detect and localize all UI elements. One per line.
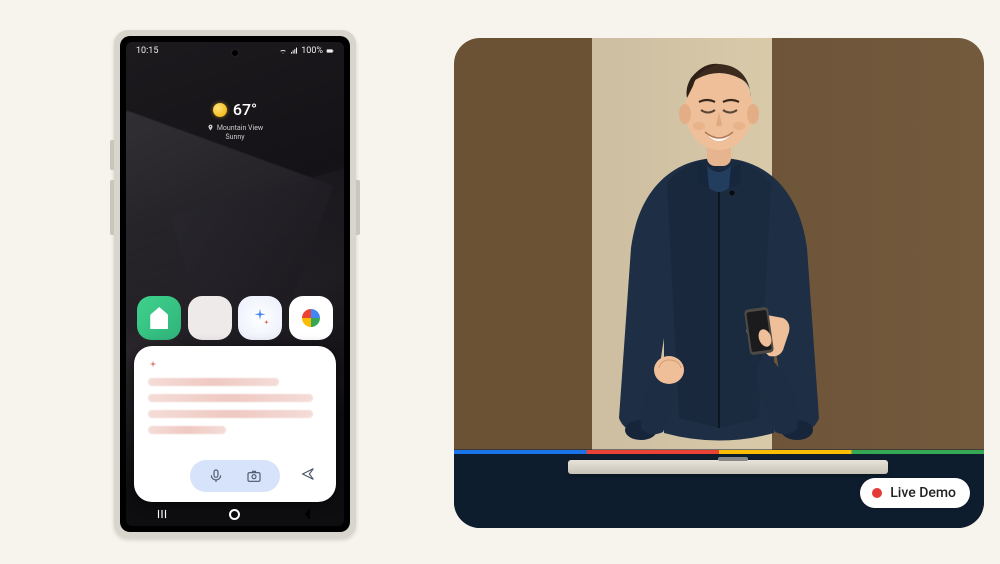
phone-body: 10:15 100% 67° Mountain View Su [120,36,350,532]
status-time: 10:15 [136,46,158,56]
camera-icon[interactable] [246,468,262,484]
android-nav-bar [126,504,344,524]
live-demo-badge: Live Demo [860,478,970,508]
ai-assistant-app-icon[interactable] [238,296,282,340]
app-dock [126,296,344,340]
weather-location: Mountain View [217,124,263,132]
placeholder-text-line [148,410,313,418]
stage-panel: Live Demo [454,38,984,528]
assistant-actions [148,460,322,492]
phone-screen: 10:15 100% 67° Mountain View Su [126,42,344,526]
live-demo-label: Live Demo [890,485,956,501]
assistant-card[interactable] [134,346,336,502]
battery-icon [326,47,334,55]
signal-icon [290,47,298,55]
weather-temp: 67° [233,100,257,119]
volume-down-button[interactable] [110,180,114,235]
status-bar: 10:15 100% [126,46,344,56]
nav-back-button[interactable] [300,506,316,522]
placeholder-text-line [148,426,226,434]
record-dot-icon [872,488,882,498]
health-app-icon[interactable] [137,296,181,340]
status-battery: 100% [301,46,323,56]
presenter-figure [569,38,869,468]
sparkle-icon [148,360,158,370]
settings-app-icon[interactable] [188,296,232,340]
mic-icon[interactable] [208,468,224,484]
photos-app-icon[interactable] [289,296,333,340]
phone-frame: 10:15 100% 67° Mountain View Su [114,30,356,538]
weather-widget[interactable]: 67° Mountain View Sunny [126,100,344,141]
placeholder-text-line [148,378,279,386]
wifi-icon [279,47,287,55]
location-pin-icon [207,124,214,131]
placeholder-text-line [148,394,313,402]
input-pill[interactable] [190,460,280,492]
weather-condition: Sunny [126,133,344,141]
nav-recent-button[interactable] [154,506,170,522]
nav-home-button[interactable] [227,506,243,522]
sun-icon [213,103,227,117]
volume-up-button[interactable] [110,140,114,170]
send-button[interactable] [300,466,316,486]
power-button[interactable] [356,180,360,235]
